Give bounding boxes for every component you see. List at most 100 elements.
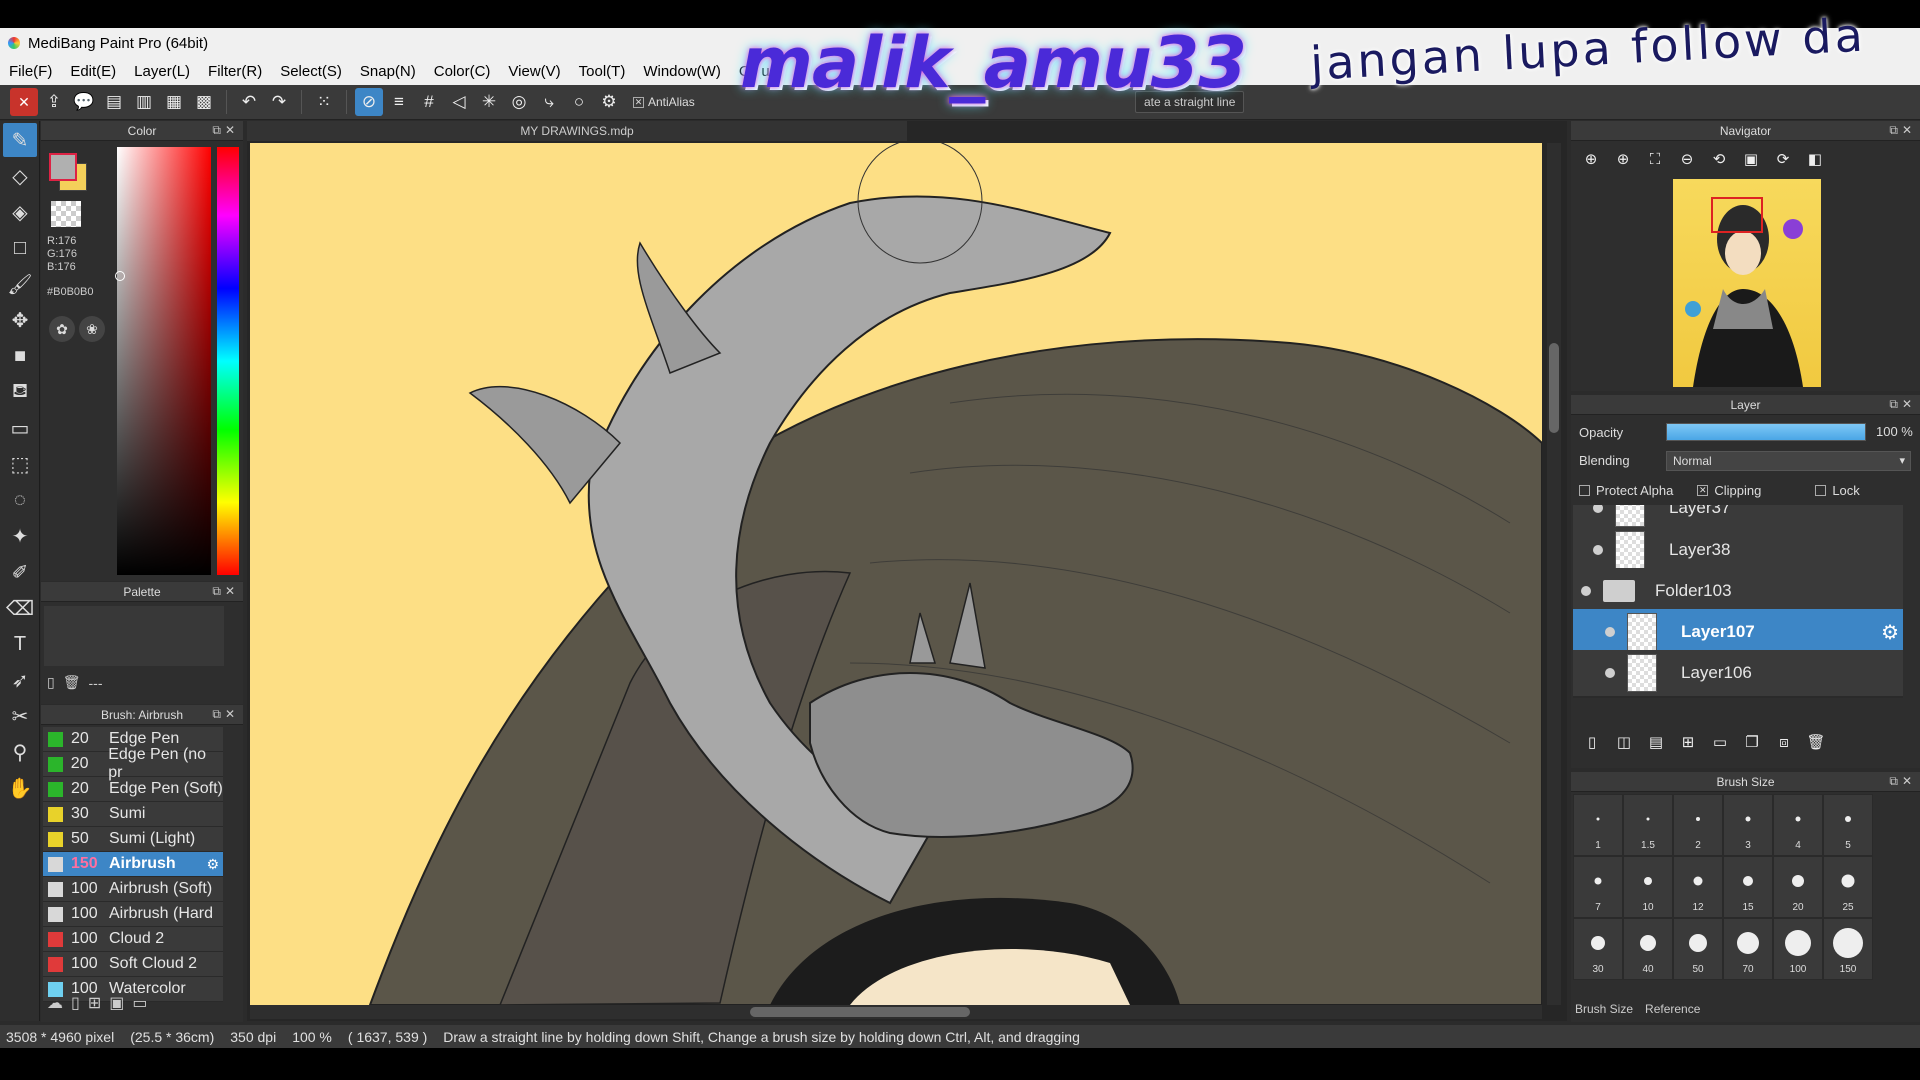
sv-picker-cursor[interactable] bbox=[115, 271, 125, 281]
brush-size-cell[interactable]: 150 bbox=[1823, 918, 1873, 980]
menu-filter[interactable]: Filter(R) bbox=[199, 63, 271, 80]
new-palette-icon[interactable]: ▯ bbox=[47, 674, 55, 691]
brush-item[interactable]: 50 Sumi (Light) bbox=[43, 827, 223, 852]
divide-tool-icon[interactable]: ✂ bbox=[3, 699, 37, 733]
menu-window[interactable]: Window(W) bbox=[634, 63, 730, 80]
visibility-eye-icon[interactable] bbox=[1605, 668, 1615, 678]
snap-off-icon[interactable]: ⊘ bbox=[355, 88, 383, 116]
panel-layout-icon[interactable]: ▦ bbox=[160, 88, 188, 116]
page-icon[interactable]: ▥ bbox=[130, 88, 158, 116]
navigator-viewport-box[interactable] bbox=[1711, 197, 1763, 233]
magic-wand-tool-icon[interactable]: ✦ bbox=[3, 519, 37, 553]
select-eraser-tool-icon[interactable]: ⌫ bbox=[3, 591, 37, 625]
color-wheel-icon[interactable]: ✿ bbox=[49, 316, 75, 342]
brush-size-cell[interactable]: 40 bbox=[1623, 918, 1673, 980]
vscroll-thumb[interactable] bbox=[1549, 343, 1559, 433]
canvas-horizontal-scrollbar[interactable] bbox=[250, 1005, 1542, 1019]
hand-tool-icon[interactable]: ✋ bbox=[3, 771, 37, 805]
brush-size-cell[interactable]: 7 bbox=[1573, 856, 1623, 918]
duplicate-layer-icon[interactable]: ❐ bbox=[1739, 729, 1765, 755]
hscroll-thumb[interactable] bbox=[750, 1007, 970, 1017]
gradient-tool-icon[interactable]: ▭ bbox=[3, 411, 37, 445]
blending-select[interactable]: Normal ▾ bbox=[1666, 451, 1911, 471]
brush-size-cell[interactable]: 100 bbox=[1773, 918, 1823, 980]
grid-layout-icon[interactable]: ▩ bbox=[190, 88, 218, 116]
clipping-checkbox[interactable]: ✕ bbox=[1697, 485, 1709, 496]
radial-snap-icon[interactable]: ✳ bbox=[475, 88, 503, 116]
brush-size-cell[interactable]: 70 bbox=[1723, 918, 1773, 980]
brush-item[interactable]: 150 Airbrush ⚙ bbox=[43, 852, 223, 877]
menu-view[interactable]: View(V) bbox=[499, 63, 569, 80]
panel-controls-icon[interactable]: ⧉✕ bbox=[1889, 123, 1916, 138]
snap-settings-gear-icon[interactable]: ⚙ bbox=[595, 88, 623, 116]
dot-eraser-tool-icon[interactable]: ◈ bbox=[3, 195, 37, 229]
redo-icon[interactable]: ↷ bbox=[265, 88, 293, 116]
fill-rect-tool-icon[interactable]: ■ bbox=[3, 339, 37, 373]
primary-color-swatch[interactable] bbox=[49, 153, 77, 181]
add-brush-icon[interactable]: ⊞ bbox=[88, 993, 101, 1013]
brush-size-cell[interactable]: 25 bbox=[1823, 856, 1873, 918]
delete-layer-icon[interactable]: 🗑 bbox=[1803, 729, 1829, 755]
circle-snap-icon[interactable]: ○ bbox=[565, 88, 593, 116]
upload-icon[interactable]: ⇪ bbox=[40, 88, 68, 116]
opacity-slider[interactable] bbox=[1666, 423, 1866, 441]
visibility-eye-icon[interactable] bbox=[1605, 627, 1615, 637]
new-folder-icon[interactable]: ▭ bbox=[1707, 729, 1733, 755]
menu-snap[interactable]: Snap(N) bbox=[351, 63, 425, 80]
move-tool-icon[interactable]: ✥ bbox=[3, 303, 37, 337]
navigator-thumbnail[interactable] bbox=[1673, 179, 1821, 387]
new-brush-icon[interactable]: ▯ bbox=[71, 993, 80, 1013]
brush-settings-gear-icon[interactable]: ⚙ bbox=[206, 856, 219, 873]
zoom-out-icon[interactable]: ⊖ bbox=[1675, 147, 1699, 171]
panel-controls-icon[interactable]: ⧉✕ bbox=[212, 707, 239, 722]
curve-snap-icon[interactable]: ⤷ bbox=[535, 88, 563, 116]
brush-item[interactable]: 100 Cloud 2 bbox=[43, 927, 223, 952]
tab-brush-size[interactable]: Brush Size bbox=[1575, 1002, 1633, 1016]
canvas-vertical-scrollbar[interactable] bbox=[1547, 143, 1561, 1005]
menu-file[interactable]: File(F) bbox=[0, 63, 61, 80]
speech-bubble-icon[interactable]: 💬 bbox=[70, 88, 98, 116]
protect-alpha-checkbox[interactable] bbox=[1579, 485, 1590, 496]
actual-size-icon[interactable]: ▣ bbox=[1739, 147, 1763, 171]
brush-size-cell[interactable]: 3 bbox=[1723, 794, 1773, 856]
new-layer-icon[interactable]: ▯ bbox=[1579, 729, 1605, 755]
text-tool-icon[interactable]: T bbox=[3, 627, 37, 661]
brush-item[interactable]: 20 Edge Pen (Soft) bbox=[43, 777, 223, 802]
panel-controls-icon[interactable]: ⧉✕ bbox=[212, 123, 239, 138]
brush-settings-icon[interactable]: ▣ bbox=[109, 993, 124, 1013]
rotate-right-icon[interactable]: ⟳ bbox=[1771, 147, 1795, 171]
saturation-value-picker[interactable] bbox=[117, 147, 211, 575]
transparent-color-swatch[interactable] bbox=[51, 201, 81, 227]
fit-to-window-icon[interactable]: ⛶ bbox=[1643, 147, 1667, 171]
add-layer-menu-icon[interactable]: ⊞ bbox=[1675, 729, 1701, 755]
brush-size-cell[interactable]: 30 bbox=[1573, 918, 1623, 980]
pen-tool-icon[interactable]: 🖌 bbox=[3, 267, 37, 301]
zoom-in-icon[interactable]: ⊕ bbox=[1579, 147, 1603, 171]
brush-size-cell[interactable]: 10 bbox=[1623, 856, 1673, 918]
layer-row[interactable]: Layer106 bbox=[1573, 650, 1903, 698]
new-8bit-layer-icon[interactable]: ▤ bbox=[1643, 729, 1669, 755]
zoom-in-alt-icon[interactable]: ⊕ bbox=[1611, 147, 1635, 171]
operation-tool-icon[interactable]: ➶ bbox=[3, 663, 37, 697]
layer-settings-gear-icon[interactable]: ⚙ bbox=[1881, 620, 1899, 645]
comment-icon[interactable]: ▤ bbox=[100, 88, 128, 116]
panel-controls-icon[interactable]: ⧉✕ bbox=[1889, 774, 1916, 789]
visibility-eye-icon[interactable] bbox=[1593, 505, 1603, 513]
menu-edit[interactable]: Edit(E) bbox=[61, 63, 125, 80]
brush-size-cell[interactable]: 15 bbox=[1723, 856, 1773, 918]
brush-item[interactable]: 100 Soft Cloud 2 bbox=[43, 952, 223, 977]
brush-cloud-icon[interactable]: ☁ bbox=[47, 993, 63, 1013]
panel-controls-icon[interactable]: ⧉✕ bbox=[1889, 397, 1916, 412]
brush-folder-icon[interactable]: ▭ bbox=[132, 993, 147, 1013]
bucket-tool-icon[interactable]: ⛾ bbox=[3, 375, 37, 409]
perspective-snap-icon[interactable]: ◁ bbox=[445, 88, 473, 116]
antialias-checkbox[interactable]: ✕ AntiAlias bbox=[633, 95, 695, 109]
concentric-snap-icon[interactable]: ◎ bbox=[505, 88, 533, 116]
canvas-tab[interactable]: MY DRAWINGS.mdp bbox=[247, 121, 907, 141]
brush-item[interactable]: 30 Sumi bbox=[43, 802, 223, 827]
delete-palette-icon[interactable]: 🗑 bbox=[63, 674, 81, 691]
selection-dots-icon[interactable]: ⁙ bbox=[310, 88, 338, 116]
brush-size-cell[interactable]: 5 bbox=[1823, 794, 1873, 856]
eraser-tool-icon[interactable]: ◇ bbox=[3, 159, 37, 193]
rotate-left-icon[interactable]: ⟲ bbox=[1707, 147, 1731, 171]
